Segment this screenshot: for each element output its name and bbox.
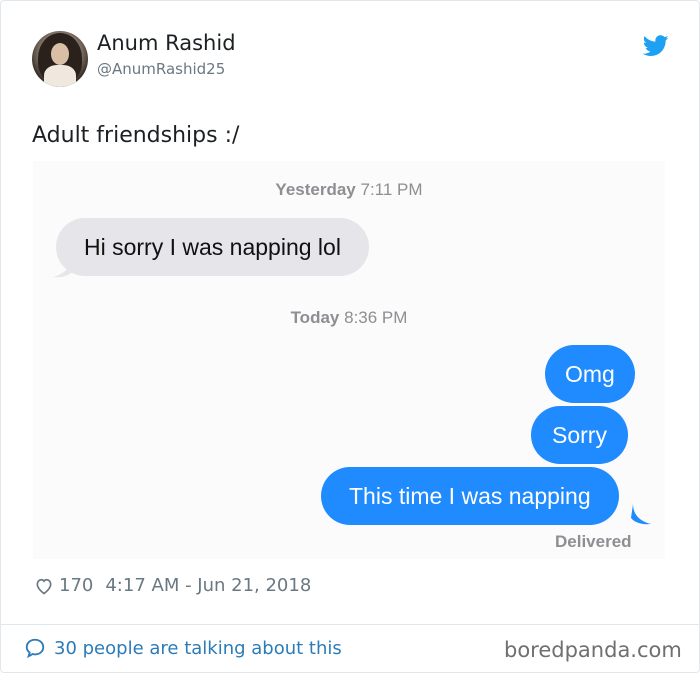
outgoing-message: Sorry bbox=[531, 406, 628, 464]
speech-bubble-icon bbox=[25, 638, 45, 659]
timestamp-today: Today 8:36 PM bbox=[290, 308, 408, 327]
tweet-datetime[interactable]: 4:17 AM - Jun 21, 2018 bbox=[105, 575, 311, 596]
tweet-card: Anum Rashid @AnumRashid25 Adult friendsh… bbox=[0, 0, 700, 673]
delivered-status: Delivered bbox=[555, 532, 632, 551]
conversation-text[interactable]: 30 people are talking about this bbox=[54, 638, 342, 659]
divider bbox=[1, 624, 700, 625]
brand-watermark: boredpanda.com bbox=[504, 638, 682, 662]
conversation-link[interactable]: 30 people are talking about this bbox=[24, 637, 342, 659]
twitter-bird-icon[interactable] bbox=[643, 35, 669, 57]
outgoing-bubble-tail bbox=[631, 504, 651, 525]
heart-icon[interactable] bbox=[34, 576, 54, 596]
author-name[interactable]: Anum Rashid bbox=[97, 31, 236, 55]
incoming-message: Hi sorry I was napping lol bbox=[56, 218, 369, 276]
timestamp-yesterday: Yesterday 7:11 PM bbox=[275, 180, 423, 199]
outgoing-message: This time I was napping bbox=[321, 467, 619, 525]
outgoing-message: Omg bbox=[545, 345, 635, 403]
message-screenshot: Yesterday 7:11 PM Hi sorry I was napping… bbox=[33, 161, 665, 559]
avatar[interactable] bbox=[32, 31, 88, 87]
tweet-text: Adult friendships :/ bbox=[32, 123, 240, 148]
like-count[interactable]: 170 bbox=[59, 575, 93, 596]
author-handle[interactable]: @AnumRashid25 bbox=[97, 60, 225, 78]
tweet-meta: 170 4:17 AM - Jun 21, 2018 bbox=[34, 575, 311, 596]
